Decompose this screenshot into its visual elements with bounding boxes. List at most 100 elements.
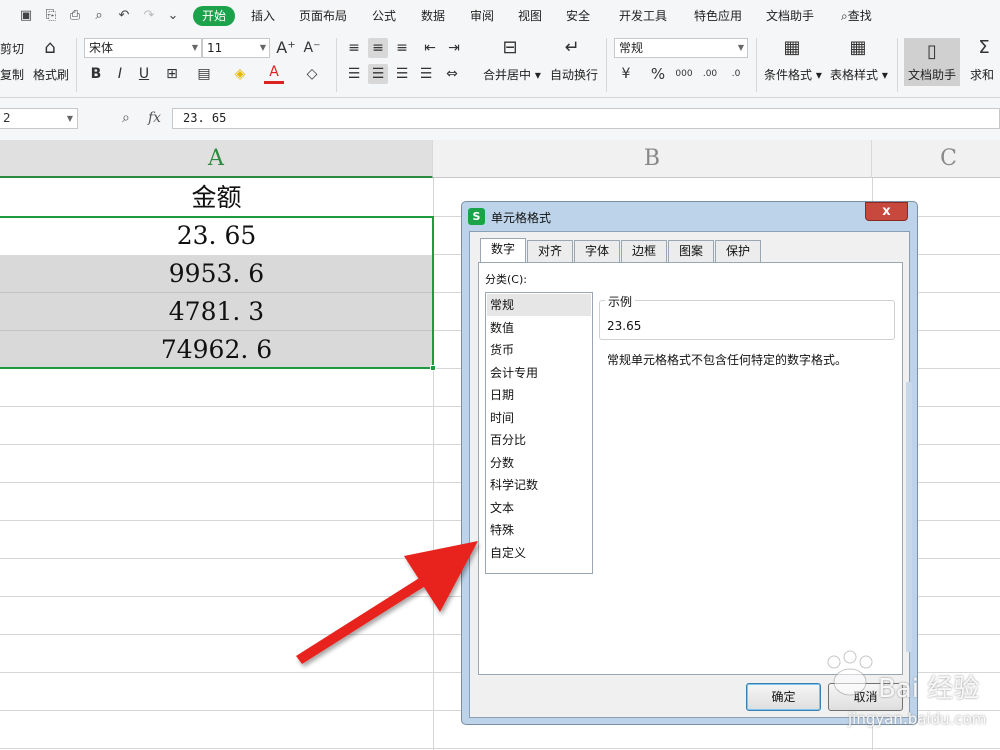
doc-helper-button[interactable]: ▯ 文档助手	[904, 38, 960, 86]
copy-button[interactable]: 复制	[0, 68, 24, 82]
chevron-down-icon: ▼	[66, 114, 73, 123]
wrap-text-icon[interactable]: ↵	[562, 38, 582, 58]
column-header-c[interactable]: C	[872, 140, 1000, 178]
number-format-value: 常规	[619, 41, 644, 55]
quick-access-more-icon[interactable]: ⌄	[165, 8, 181, 24]
category-general[interactable]: 常规	[487, 294, 591, 316]
fill-handle[interactable]	[430, 365, 436, 371]
tab-formula[interactable]: 公式	[372, 9, 396, 23]
grid-line	[0, 748, 1000, 749]
table-style-button[interactable]: 表格样式 ▾	[830, 68, 888, 82]
currency-icon[interactable]: ¥	[616, 64, 636, 84]
clear-format-icon[interactable]: ◇	[302, 64, 322, 84]
align-right-icon[interactable]: ☰	[392, 64, 412, 84]
tab-view[interactable]: 视图	[518, 9, 542, 23]
tab-page-layout[interactable]: 页面布局	[299, 9, 347, 23]
tab-developer[interactable]: 开发工具	[619, 9, 667, 23]
dialog-body: 数字 对齐 字体 边框 图案 保护 分类(C): 常规 数值 货币 会计专用 日…	[469, 231, 912, 718]
merge-center-icon[interactable]: ⊟	[500, 38, 520, 58]
category-scientific[interactable]: 科学记数	[487, 474, 591, 496]
justify-icon[interactable]: ☰	[416, 64, 436, 84]
save-icon[interactable]: ▣	[18, 8, 34, 24]
wrap-text-button[interactable]: 自动换行	[550, 68, 598, 82]
align-center-icon[interactable]: ☰	[368, 64, 388, 84]
redo-icon[interactable]: ↷	[141, 8, 157, 24]
tab-pattern[interactable]: 图案	[668, 240, 714, 262]
tab-number[interactable]: 数字	[480, 238, 526, 263]
tab-border[interactable]: 边框	[621, 240, 667, 262]
table-style-icon[interactable]: ▦	[848, 38, 868, 58]
format-painter-button[interactable]: 格式刷	[33, 68, 69, 82]
tab-alignment[interactable]: 对齐	[527, 240, 573, 262]
increase-decimal-icon[interactable]: .00	[700, 64, 720, 84]
column-header-b[interactable]: B	[433, 140, 872, 178]
undo-icon[interactable]: ↶	[116, 8, 132, 24]
tab-protection[interactable]: 保护	[715, 240, 761, 262]
category-custom[interactable]: 自定义	[487, 542, 591, 564]
align-bottom-icon[interactable]: ≡	[392, 38, 412, 58]
category-list[interactable]: 常规 数值 货币 会计专用 日期 时间 百分比 分数 科学记数 文本 特殊 自定…	[485, 292, 593, 574]
align-middle-icon[interactable]: ≡	[368, 38, 388, 58]
fx-icon[interactable]: fx	[148, 110, 161, 126]
cell-a1[interactable]: 金额	[0, 179, 433, 216]
merge-center-button[interactable]: 合并居中 ▾	[483, 68, 541, 82]
category-percentage[interactable]: 百分比	[487, 429, 591, 451]
print-preview-icon[interactable]: ⌕	[91, 8, 107, 24]
ok-button[interactable]: 确定	[746, 683, 821, 711]
format-painter-icon[interactable]: ⌂	[40, 38, 60, 58]
save-as-icon[interactable]: ⎘	[43, 8, 59, 24]
category-currency[interactable]: 货币	[487, 339, 591, 361]
underline-icon[interactable]: U	[134, 64, 154, 84]
font-color-icon[interactable]: A	[264, 64, 284, 84]
increase-font-icon[interactable]: A⁺	[276, 38, 296, 58]
category-date[interactable]: 日期	[487, 384, 591, 406]
sum-button[interactable]: 求和	[970, 68, 994, 82]
name-box[interactable]: 2 ▼	[0, 108, 78, 129]
zoom-icon[interactable]: ⌕	[122, 110, 130, 126]
align-top-icon[interactable]: ≡	[344, 38, 364, 58]
italic-icon[interactable]: I	[110, 64, 130, 84]
align-left-icon[interactable]: ☰	[344, 64, 364, 84]
font-size-select[interactable]: 11 ▼	[202, 38, 270, 58]
fill-style-icon[interactable]: ▤	[194, 64, 214, 84]
tab-font[interactable]: 字体	[574, 240, 620, 262]
print-icon[interactable]: ⎙	[67, 8, 83, 24]
search-button[interactable]: ⌕查找	[841, 9, 872, 23]
conditional-format-icon[interactable]: ▦	[782, 38, 802, 58]
fill-color-icon[interactable]: ◈	[230, 64, 250, 84]
tab-security[interactable]: 安全	[566, 9, 590, 23]
close-button[interactable]: x	[865, 202, 908, 221]
tab-insert[interactable]: 插入	[251, 9, 275, 23]
tab-doc-helper[interactable]: 文档助手	[766, 9, 814, 23]
percent-icon[interactable]: %	[648, 64, 668, 84]
category-text[interactable]: 文本	[487, 497, 591, 519]
chevron-down-icon: ▼	[191, 43, 198, 52]
formula-input[interactable]: 23. 65	[172, 108, 1000, 129]
category-fraction[interactable]: 分数	[487, 452, 591, 474]
divider	[336, 38, 337, 92]
border-icon[interactable]: ⊞	[162, 64, 182, 84]
tab-special-apps[interactable]: 特色应用	[694, 9, 742, 23]
tab-data[interactable]: 数据	[421, 9, 445, 23]
font-name-select[interactable]: 宋体 ▼	[84, 38, 202, 58]
category-number[interactable]: 数值	[487, 317, 591, 339]
column-header-a[interactable]: A	[0, 140, 433, 178]
dialog-shadow	[906, 382, 912, 652]
thousands-icon[interactable]: 000	[674, 64, 694, 84]
cut-button[interactable]: 剪切	[0, 42, 24, 56]
category-time[interactable]: 时间	[487, 407, 591, 429]
tab-review[interactable]: 审阅	[470, 9, 494, 23]
decrease-font-icon[interactable]: A⁻	[302, 38, 322, 58]
category-accounting[interactable]: 会计专用	[487, 362, 591, 384]
distributed-icon[interactable]: ⇔	[442, 64, 462, 84]
sum-icon[interactable]: Σ	[974, 38, 994, 58]
conditional-format-button[interactable]: 条件格式 ▾	[764, 68, 822, 82]
number-format-select[interactable]: 常规 ▼	[614, 38, 748, 58]
close-icon: x	[882, 204, 891, 219]
bold-icon[interactable]: B	[86, 64, 106, 84]
category-special[interactable]: 特殊	[487, 519, 591, 541]
increase-indent-icon[interactable]: ⇥	[444, 38, 464, 58]
tab-start[interactable]: 开始	[193, 6, 235, 26]
decrease-indent-icon[interactable]: ⇤	[420, 38, 440, 58]
decrease-decimal-icon[interactable]: .0	[726, 64, 746, 84]
